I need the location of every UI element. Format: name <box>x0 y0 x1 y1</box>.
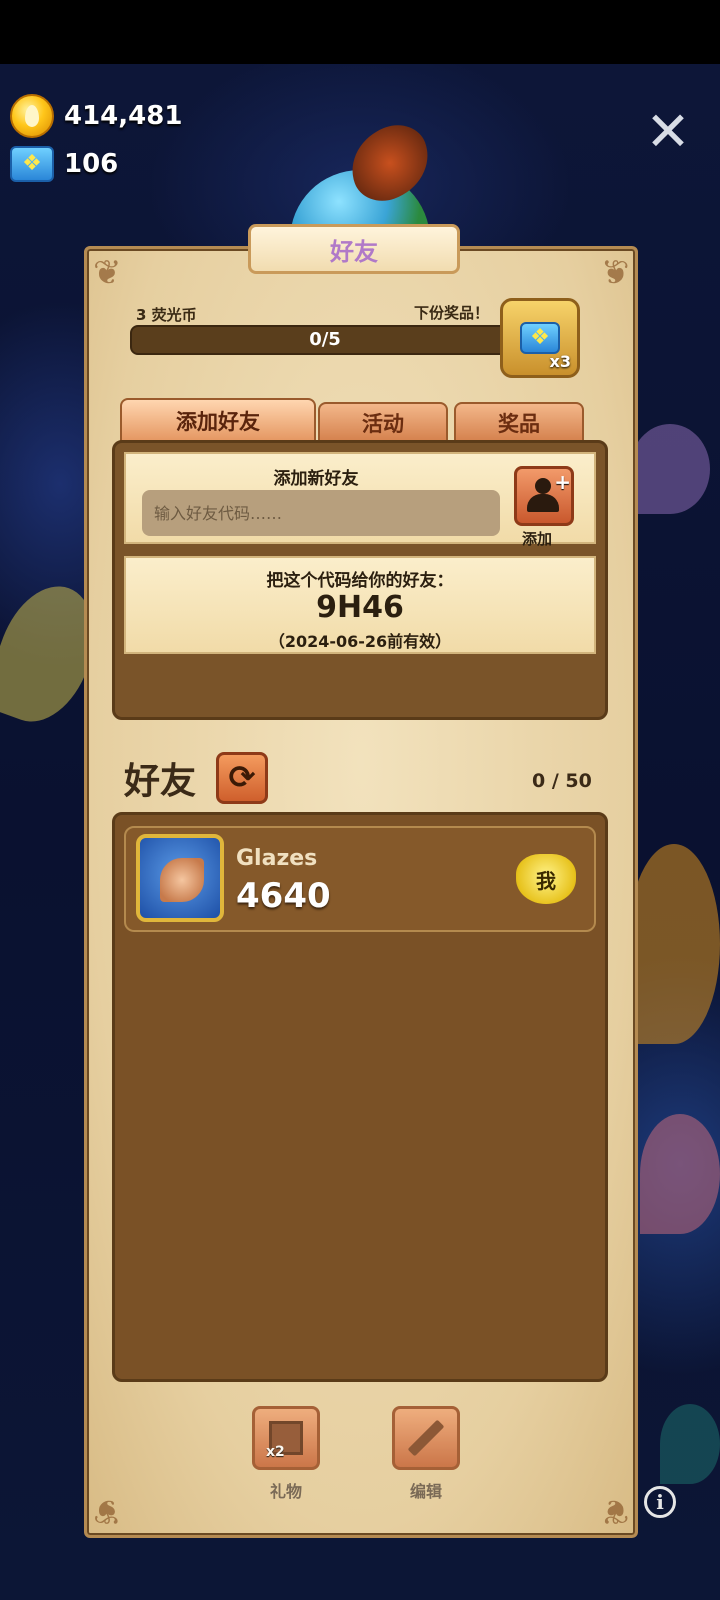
edit-label: 编辑 <box>409 1482 442 1501</box>
reward-progress-bar: 0/5 <box>130 325 520 355</box>
close-icon[interactable]: ✕ <box>644 105 692 159</box>
progress-right-label: 下份奖品！ <box>414 304 490 322</box>
share-code-prompt: 把这个代码给你的好友： <box>266 571 454 591</box>
gem-counter: ❖ 106 <box>10 146 118 182</box>
tab-add-friend[interactable]: 添加好友 <box>120 398 316 442</box>
add-person-icon: + <box>527 470 571 514</box>
page-title: 好友 <box>330 237 378 266</box>
butterfly-gem-icon: ❖ <box>520 322 560 354</box>
edit-button[interactable] <box>392 1406 460 1470</box>
add-button-label: 添加 <box>522 530 553 548</box>
friend-name: Glazes <box>236 846 318 871</box>
friend-code-input[interactable] <box>142 490 500 536</box>
tab-rewards[interactable]: 奖品 <box>454 402 584 442</box>
share-code-card: 把这个代码给你的好友： 9H46 （2024-06-26前有效） <box>124 556 596 654</box>
gift-icon: x2 <box>266 1421 303 1460</box>
progress-left-label: 3 荧光币 <box>136 306 197 324</box>
add-friend-title: 添加新好友 <box>273 469 359 489</box>
next-reward-box[interactable]: ❖ x3 <box>500 298 580 378</box>
info-icon[interactable]: i <box>644 1486 676 1518</box>
gem-amount: 106 <box>64 149 119 179</box>
gift-button[interactable]: x2 <box>252 1406 320 1470</box>
butterfly-gem-icon: ❖ <box>10 146 54 182</box>
gift-multiplier: x2 <box>266 1444 285 1460</box>
friend-score: 4640 <box>236 876 331 916</box>
gift-label: 礼物 <box>269 1482 302 1501</box>
friends-title: 好友 <box>124 761 197 802</box>
friend-count: 0 / 50 <box>532 770 592 792</box>
me-badge: 我 <box>516 854 576 904</box>
code-expiry: （2024-06-26前有效） <box>268 632 452 651</box>
avatar <box>136 834 224 922</box>
coin-icon <box>10 94 54 138</box>
add-friend-button[interactable]: + <box>514 466 574 526</box>
coin-counter: 414,481 <box>10 94 182 138</box>
coin-amount: 414,481 <box>64 101 183 131</box>
progress-text: 0/5 <box>309 329 341 350</box>
title-ribbon: 好友 <box>248 224 460 274</box>
pencil-icon <box>407 1419 445 1457</box>
reward-multiplier: x3 <box>549 352 571 371</box>
my-friend-code: 9H46 <box>316 590 404 625</box>
moth-icon <box>160 858 204 902</box>
status-bar <box>0 0 720 64</box>
refresh-icon[interactable]: ⟳ <box>216 752 268 804</box>
tab-events[interactable]: 活动 <box>318 402 448 442</box>
